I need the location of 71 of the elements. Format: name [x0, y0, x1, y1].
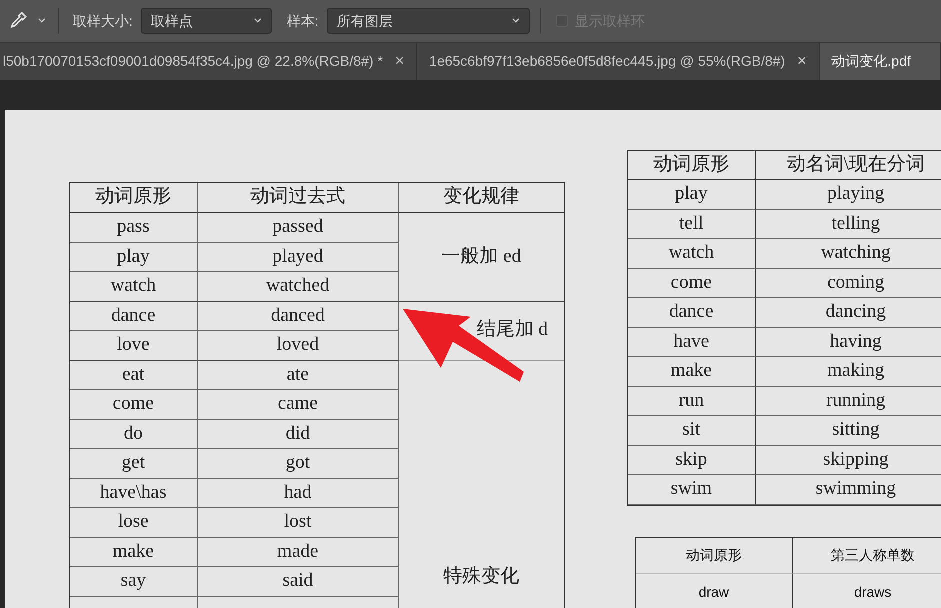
column-header: 变化规律 [399, 183, 564, 213]
document-tab[interactable]: 动词变化.pdf [820, 43, 941, 80]
sample-size-label: 取样大小: [73, 12, 133, 30]
table-cell: say [70, 567, 198, 596]
table-cell: draw [636, 574, 793, 608]
sample-dropdown[interactable]: 所有图层 [326, 8, 530, 34]
table-cell: eat [70, 360, 198, 390]
table-cell: come [628, 268, 756, 298]
table-cell: pass [70, 213, 198, 242]
column-header: 动词原形 [628, 151, 756, 180]
caret-icon[interactable] [38, 18, 46, 24]
table-cell: sitting [756, 416, 941, 446]
column-header: 动词过去式 [198, 183, 399, 213]
close-tab-button[interactable]: × [395, 50, 404, 74]
caret-icon [254, 18, 262, 24]
table-cell: ate [198, 360, 399, 390]
table-cell: play [628, 180, 756, 210]
table-cell: come [70, 390, 198, 420]
table-cell: dance [628, 298, 756, 328]
column-header: 第三人称单数 [793, 538, 941, 574]
caret-icon [512, 18, 520, 24]
table-cell: do [70, 420, 198, 449]
table-cell-text: 特殊变化 [444, 564, 520, 588]
table-cell: swim [628, 475, 756, 504]
table-cell: passed [198, 213, 399, 242]
table-cell: lose [70, 508, 198, 538]
eyedropper-icon[interactable] [8, 11, 28, 31]
table-cell: play [70, 242, 198, 272]
sample-label: 样本: [286, 12, 319, 30]
table-cell: said [198, 567, 399, 596]
table-cell: came [198, 390, 399, 420]
column-header: 动词原形 [70, 183, 198, 213]
table-cell: had [198, 478, 399, 508]
table-cell: have\has [70, 478, 198, 508]
table-cell: watching [756, 239, 941, 268]
table-cell: have [628, 328, 756, 357]
table-cell: tell [628, 210, 756, 239]
sample-size-dropdown[interactable]: 取样点 [140, 8, 272, 34]
table-cell: make [628, 357, 756, 386]
column-header: 动词原形 [636, 538, 793, 574]
table-cell: sit [628, 416, 756, 446]
close-tab-button[interactable]: × [797, 50, 807, 74]
table-cell-text: draws [853, 582, 893, 602]
table-cell: watch [628, 239, 756, 268]
table-cell: played [198, 242, 399, 272]
table-cell-text: 结尾加 d [476, 318, 548, 342]
table-cell: love [70, 331, 198, 360]
table-cell: telling [756, 210, 941, 239]
table-cell: lost [198, 508, 399, 538]
table-cell: danced [198, 302, 399, 331]
table-cell: having [756, 328, 941, 357]
table-cell: run [628, 386, 756, 416]
table-cell: skipping [756, 446, 941, 475]
table-cell: did [198, 420, 399, 449]
table-cell: watched [198, 272, 399, 302]
table-cell: coming [756, 268, 941, 298]
table-cell: running [756, 386, 941, 416]
table-cell: loved [198, 331, 399, 360]
table-cell: dancing [756, 298, 941, 328]
table-cell: made [198, 538, 399, 567]
table-cell: dance [70, 302, 198, 331]
table-cell: get [70, 449, 198, 478]
table-cell: skip [628, 446, 756, 475]
table-cell: watch [70, 272, 198, 302]
table-cell: playing [756, 180, 941, 210]
table-cell-text: 一般加 ed [442, 244, 522, 268]
table-cell: make [70, 538, 198, 567]
table-cell: swimming [756, 475, 941, 504]
column-header: 动名词\现在分词 [756, 151, 941, 180]
table-cell: got [198, 449, 399, 478]
table-cell: making [756, 357, 941, 386]
